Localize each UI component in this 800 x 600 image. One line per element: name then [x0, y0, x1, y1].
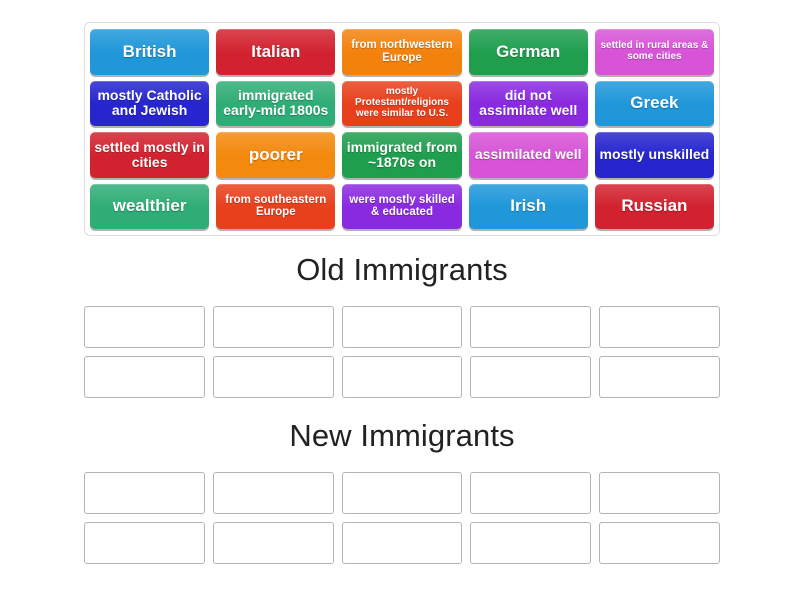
tile-label: did not assimilate well [479, 87, 578, 119]
drop-slot[interactable] [212, 356, 334, 398]
tile-grid: British Italian from northwestern Europe Ge… [90, 29, 714, 229]
tile-label: from northwestern Europe [351, 39, 453, 64]
drop-slot[interactable] [341, 306, 463, 348]
tile-label: wealthier [112, 196, 187, 216]
drop-slot[interactable] [212, 306, 334, 348]
drop-slot[interactable] [341, 472, 463, 514]
tile-label: mostly Catholic and Jewish [97, 87, 202, 119]
tile-label: Greek [630, 93, 679, 113]
tile[interactable]: immigrated early-mid 1800s [216, 80, 336, 126]
tile[interactable]: Greek [594, 80, 714, 126]
tile-label: Italian [251, 41, 301, 61]
drop-slot[interactable] [599, 522, 720, 564]
group-sort-activity: British Italian from northwestern Europe Ge… [0, 0, 800, 600]
tile[interactable]: wealthier [90, 183, 210, 229]
tile[interactable]: poorer [216, 132, 336, 178]
drop-slot[interactable] [84, 306, 205, 348]
tile-label: settled in rural areas & some cities [600, 39, 709, 62]
drop-slot[interactable] [341, 356, 463, 398]
tile-label: poorer [248, 144, 303, 164]
tile-label: British [122, 41, 177, 61]
tile[interactable]: Italian [216, 29, 336, 75]
tile[interactable]: Russian [594, 183, 714, 229]
tile-label: from southeastern Europe [225, 193, 327, 219]
tile-label: immigrated early-mid 1800s [223, 87, 329, 119]
drop-slot[interactable] [599, 472, 720, 514]
tile-label: Russian [621, 196, 688, 216]
tile-label: settled mostly in cities [94, 138, 205, 170]
drop-slot[interactable] [470, 306, 592, 348]
group-title-new: New Immigrants [289, 418, 515, 453]
drop-slot[interactable] [470, 356, 592, 398]
tile-label: were mostly skilled & educated [349, 193, 455, 219]
tile-label: assimilated well [474, 146, 582, 163]
tile[interactable]: Irish [468, 183, 588, 229]
group-old-immigrants: Old Immigrants [84, 252, 720, 398]
tile[interactable]: settled mostly in cities [90, 132, 210, 178]
tile-bank: British Italian from northwestern Europe Ge… [84, 22, 720, 236]
tile[interactable]: settled in rural areas & some cities [594, 29, 714, 75]
tile-label: mostly Protestant/religions were similar… [355, 86, 449, 119]
tile[interactable]: mostly Catholic and Jewish [90, 80, 210, 126]
tile-label: immigrated from ~1870s on [346, 138, 458, 170]
tile[interactable]: British [90, 29, 210, 75]
drop-slot[interactable] [84, 522, 205, 564]
drop-slot[interactable] [84, 472, 205, 514]
slot-grid-old [84, 306, 720, 398]
tile-label: mostly unskilled [599, 146, 710, 163]
group-title-old: Old Immigrants [296, 252, 508, 287]
tile[interactable]: did not assimilate well [468, 80, 588, 126]
tile[interactable]: German [468, 29, 588, 75]
drop-slot[interactable] [599, 356, 720, 398]
tile[interactable]: immigrated from ~1870s on [342, 132, 462, 178]
drop-slot[interactable] [341, 522, 463, 564]
tile[interactable]: from southeastern Europe [216, 183, 336, 229]
drop-slot[interactable] [470, 522, 592, 564]
drop-slot[interactable] [212, 472, 334, 514]
group-new-immigrants: New Immigrants [84, 418, 720, 564]
drop-slot[interactable] [212, 522, 334, 564]
tile[interactable]: assimilated well [468, 132, 588, 178]
drop-slot[interactable] [470, 472, 592, 514]
tile[interactable]: mostly Protestant/religions were similar… [342, 80, 462, 126]
tile[interactable]: from northwestern Europe [342, 29, 462, 75]
drop-slot[interactable] [599, 306, 720, 348]
drop-slot[interactable] [84, 356, 205, 398]
tile-label: German [496, 41, 561, 61]
tile-label: Irish [510, 196, 547, 216]
tile[interactable]: were mostly skilled & educated [342, 183, 462, 229]
slot-grid-new [84, 472, 720, 564]
tile[interactable]: mostly unskilled [594, 132, 714, 178]
